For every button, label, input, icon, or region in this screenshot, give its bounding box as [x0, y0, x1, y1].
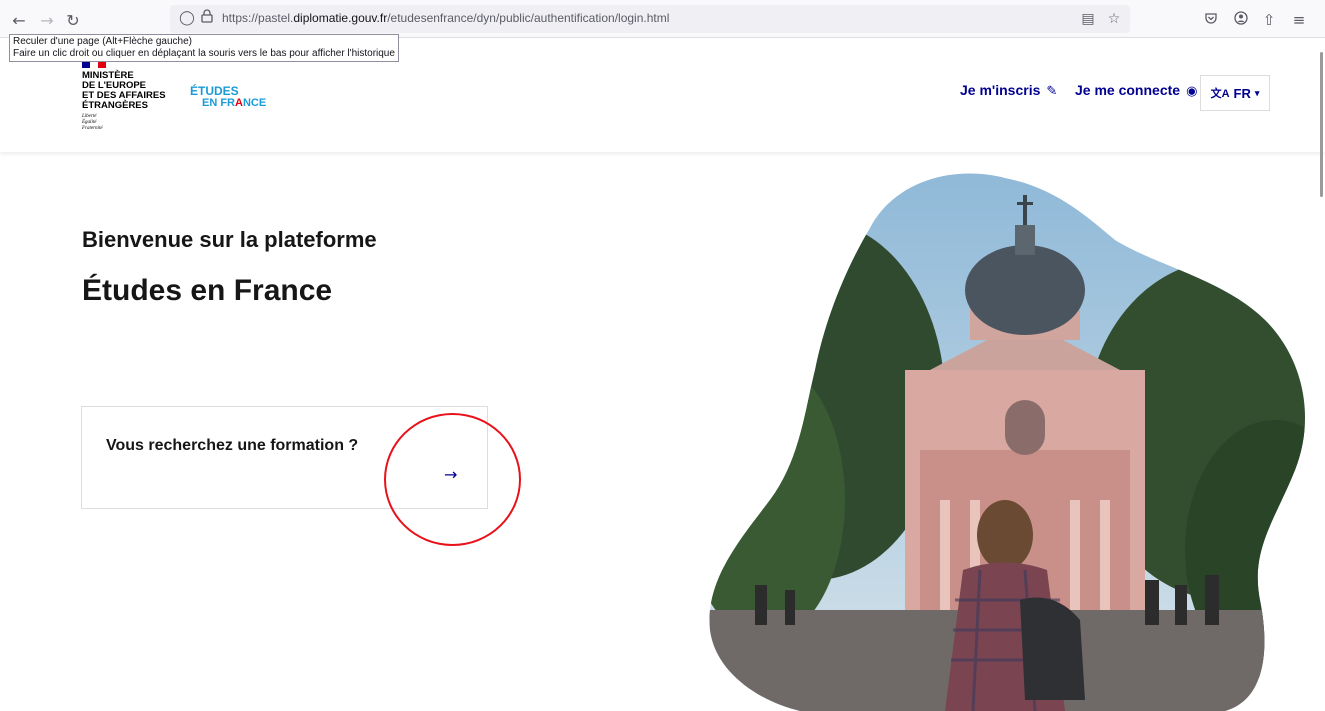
- chevron-down-icon: ▾: [1254, 87, 1260, 98]
- register-link[interactable]: Je m'inscris ✎: [960, 82, 1057, 99]
- share-icon[interactable]: ⇧: [1258, 9, 1280, 31]
- translate-icon: 文A: [1210, 88, 1230, 100]
- user-circle-icon: ◉: [1186, 83, 1198, 98]
- bookmark-star-icon[interactable]: ☆: [1104, 9, 1124, 29]
- language-selector[interactable]: 文A FR ▾: [1200, 75, 1270, 111]
- url-text[interactable]: https://pastel.diplomatie.gouv.fr/etudes…: [222, 11, 669, 25]
- menu-icon[interactable]: ≡: [1288, 9, 1310, 31]
- back-arrow-icon[interactable]: ←: [8, 10, 30, 32]
- ministry-logo[interactable]: MINISTÈRE DE L'EUROPE ET DES AFFAIRES ÉT…: [82, 58, 166, 132]
- ministry-name: MINISTÈRE DE L'EUROPE ET DES AFFAIRES ÉT…: [82, 70, 166, 111]
- pocket-icon[interactable]: [1200, 9, 1222, 31]
- welcome-heading: Bienvenue sur la plateforme: [82, 227, 377, 252]
- page-scrollbar[interactable]: [1320, 52, 1323, 197]
- platform-title: Études en France: [82, 274, 333, 307]
- back-button-tooltip: Reculer d'une page (Alt+Flèche gauche) F…: [9, 34, 399, 62]
- annotation-circle: [384, 413, 521, 546]
- lock-icon[interactable]: [198, 9, 216, 27]
- etudes-en-france-logo[interactable]: ÉTUDES EN FRANCE: [190, 85, 266, 109]
- reload-icon[interactable]: ↻: [62, 10, 84, 32]
- sorbonne-photo: [709, 173, 1305, 711]
- login-link[interactable]: Je me connecte ◉: [1075, 82, 1197, 99]
- browser-toolbar: ← → ↻ ◯ https://pastel.diplomatie.gouv.f…: [0, 0, 1325, 38]
- url-bar[interactable]: ◯ https://pastel.diplomatie.gouv.fr/etud…: [170, 5, 1130, 33]
- reader-view-icon[interactable]: ▤: [1078, 9, 1098, 29]
- tooltip-line: Reculer d'une page (Alt+Flèche gauche): [13, 36, 192, 47]
- account-icon[interactable]: [1230, 9, 1252, 31]
- tooltip-line: Faire un clic droit ou cliquer en déplaç…: [13, 48, 395, 59]
- forward-arrow-icon[interactable]: →: [36, 10, 58, 32]
- shield-icon[interactable]: ◯: [178, 9, 196, 27]
- pencil-icon: ✎: [1046, 83, 1058, 98]
- republic-motto: Liberté Égalité Fraternité: [82, 114, 103, 131]
- card-title: Vous recherchez une formation ?: [106, 437, 359, 454]
